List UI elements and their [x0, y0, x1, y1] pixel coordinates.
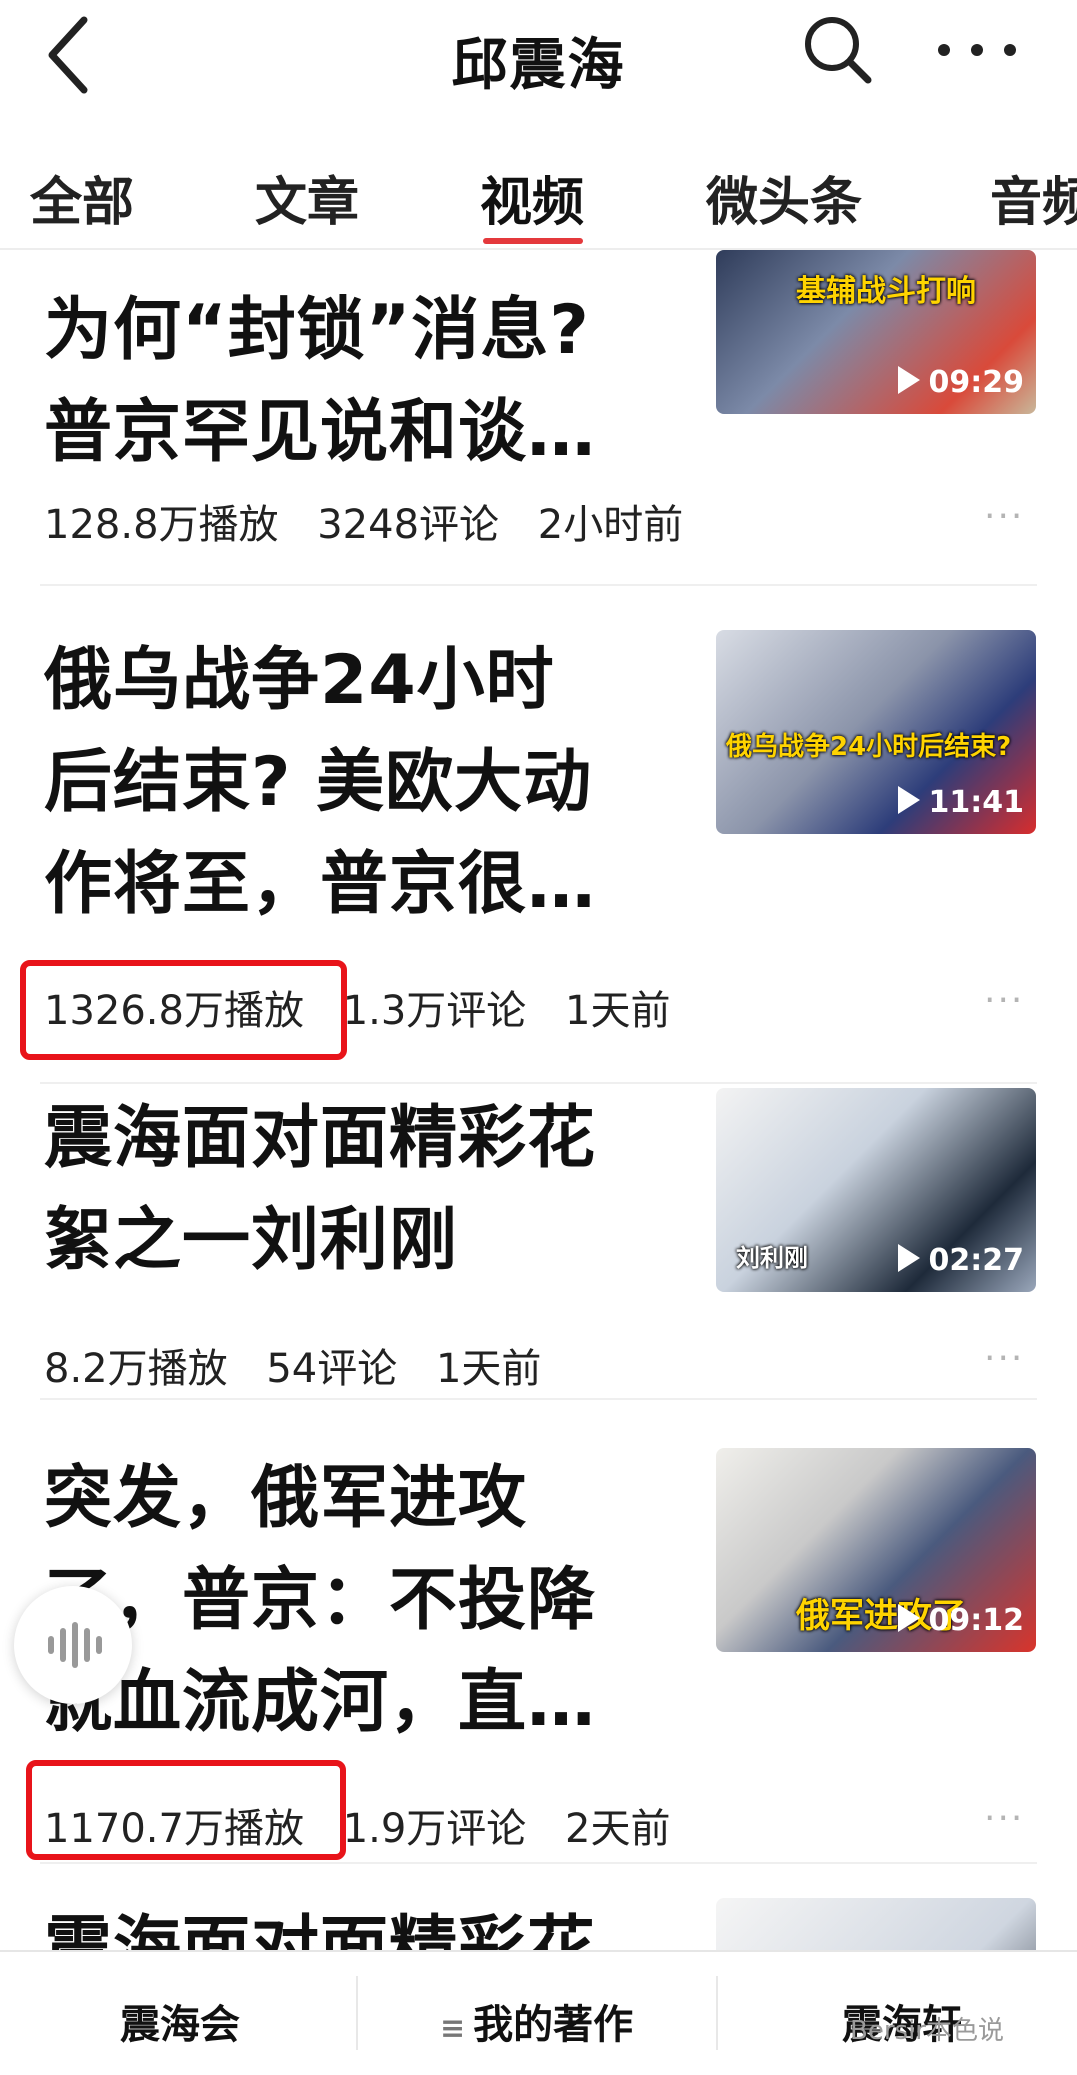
video-thumbnail[interactable]: [716, 1898, 1036, 1950]
title-line: 絮之一刘利刚: [44, 1201, 459, 1280]
tabs-divider: [0, 248, 1077, 250]
nav-separator: [716, 1976, 718, 2050]
video-thumbnail[interactable]: 基辅战斗打响 09:29: [716, 250, 1036, 414]
play-icon: [898, 1604, 920, 1632]
screen: 邱震海 全部 文章 视频 微头条 音频 为何“封锁”消息? 普京罕见说和谈… 基…: [0, 0, 1077, 2075]
tab-videos[interactable]: 视频: [480, 160, 584, 235]
tab-all[interactable]: 全部: [30, 160, 134, 235]
comment-count: 1.9万评论: [342, 1806, 527, 1852]
video-feed[interactable]: 为何“封锁”消息? 普京罕见说和谈… 基辅战斗打响 09:29 128.8万播放…: [0, 250, 1077, 1950]
menu-icon: ≡: [440, 2011, 466, 2046]
page-title: 邱震海: [451, 33, 626, 98]
video-duration: 02:27: [928, 1243, 1025, 1278]
category-tabs: 全部 文章 视频 微头条 音频: [0, 140, 1077, 250]
video-thumbnail[interactable]: 俄乌战争24小时后结束? 11:41: [716, 630, 1036, 834]
video-title: 为何“封锁”消息? 普京罕见说和谈…: [44, 280, 684, 484]
comment-count: 3248评论: [317, 502, 500, 548]
divider: [40, 1082, 1037, 1084]
video-duration: 11:41: [928, 785, 1025, 820]
title-line: 突发，俄军进攻: [44, 1459, 528, 1538]
nav-separator: [356, 1976, 358, 2050]
comment-count: 54评论: [266, 1346, 398, 1392]
more-dots-icon: [938, 44, 1016, 56]
nav-my-works[interactable]: ≡ 我的著作: [440, 1992, 633, 2050]
video-title: 俄乌战争24小时 后结束? 美欧大动 作将至，普京很…: [44, 630, 684, 936]
video-title: 震海面对面精彩花 絮之一刘利刚: [44, 1088, 684, 1292]
video-title: 震海面对面精彩花: [44, 1898, 684, 1950]
thumbnail-caption: 俄乌战争24小时后结束?: [726, 732, 1012, 762]
more-dots-icon[interactable]: ···: [984, 496, 1024, 537]
publish-time: 2小时前: [537, 502, 684, 548]
active-tab-indicator: [483, 238, 583, 244]
title-line: 为何“封锁”消息?: [44, 291, 590, 370]
highlight-box: [26, 1760, 346, 1860]
list-item[interactable]: 震海面对面精彩花: [0, 1898, 1077, 1950]
watermark: Bersir本色说: [850, 2016, 1004, 2046]
title-line: 俄乌战争24小时: [44, 641, 555, 720]
title-line: 震海面对面精彩花: [44, 1909, 597, 1950]
video-thumbnail[interactable]: 刘利刚 02:27: [716, 1088, 1036, 1292]
thumbnail-caption: 刘利刚: [736, 1244, 808, 1272]
title-line: 震海面对面精彩花: [44, 1099, 597, 1178]
play-icon: [898, 366, 920, 394]
tab-articles[interactable]: 文章: [255, 160, 359, 235]
more-dots-icon[interactable]: ···: [984, 980, 1024, 1021]
video-meta: 8.2万播放 54评论 1天前: [44, 1336, 567, 1394]
publish-time: 1天前: [435, 1346, 542, 1392]
publish-time: 2天前: [565, 1806, 671, 1852]
title-line: 普京罕见说和谈…: [44, 393, 597, 472]
play-icon: [898, 786, 920, 814]
top-bar: 邱震海: [0, 0, 1077, 110]
thumbnail-caption: 基辅战斗打响: [796, 274, 976, 309]
title-line: 作将至，普京很…: [44, 845, 597, 924]
title-line: 了，普京：不投降: [44, 1561, 597, 1640]
video-meta: 128.8万播放 3248评论 2小时前: [44, 492, 709, 550]
divider: [40, 1398, 1037, 1400]
title-line: 就血流成河，直…: [44, 1663, 597, 1742]
more-dots-icon[interactable]: ···: [984, 1338, 1024, 1379]
search-button[interactable]: [798, 10, 878, 90]
nav-label: 我的著作: [473, 2002, 634, 2048]
list-item[interactable]: 震海面对面精彩花 絮之一刘利刚 刘利刚 02:27 8.2万播放 54评论 1天…: [0, 1088, 1077, 1418]
highlight-box: [20, 960, 347, 1060]
publish-time: 1天前: [565, 988, 671, 1034]
divider: [40, 584, 1037, 586]
tab-audio[interactable]: 音频: [990, 160, 1077, 235]
video-duration: 09:12: [928, 1603, 1025, 1638]
play-count: 8.2万播放: [44, 1346, 228, 1392]
audio-player-button[interactable]: [14, 1586, 132, 1704]
more-menu-button[interactable]: [932, 20, 1022, 80]
video-duration: 09:29: [928, 365, 1025, 400]
video-thumbnail[interactable]: 俄军进攻了 09:12: [716, 1448, 1036, 1652]
more-dots-icon[interactable]: ···: [984, 1798, 1024, 1839]
play-count: 128.8万播放: [44, 502, 279, 548]
play-icon: [898, 1244, 920, 1272]
nav-zhenhaihui[interactable]: 震海会: [120, 1992, 240, 2050]
search-icon: [805, 17, 872, 84]
tab-micro-posts[interactable]: 微头条: [706, 160, 862, 235]
divider: [40, 1862, 1037, 1864]
video-title: 突发，俄军进攻 了，普京：不投降 就血流成河，直…: [44, 1448, 684, 1754]
title-line: 后结束? 美欧大动: [44, 743, 593, 822]
comment-count: 1.3万评论: [342, 988, 527, 1034]
